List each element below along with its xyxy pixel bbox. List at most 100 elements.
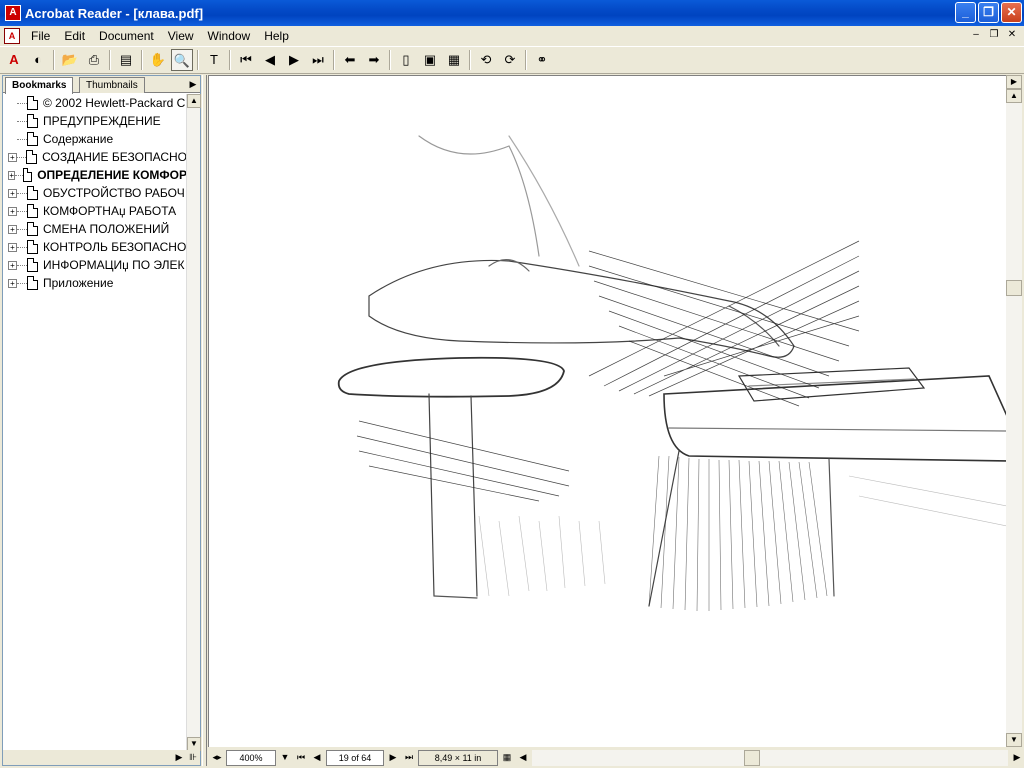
tree-connector [17,192,27,194]
status-next-page-icon[interactable]: ▶ [386,750,400,766]
bookmark-page-icon [27,222,38,236]
rotate-left-icon[interactable]: ⟲ [475,49,497,71]
menu-file[interactable]: File [24,26,57,46]
bookmark-item[interactable]: + СМЕНА ПОЛОЖЕНИЙ [3,220,187,238]
text-select-tool-icon[interactable]: T [203,49,225,71]
toolbar-separator [525,50,527,70]
bookmark-options-icon[interactable]: ⊪ [186,750,200,766]
document-icon[interactable]: A [4,28,20,44]
bookmark-item[interactable]: Содержание [3,130,187,148]
status-first-page-icon[interactable]: ⏮ [294,750,308,766]
zoom-dropdown-icon[interactable]: ▼ [278,750,292,766]
pencil-sketch-illustration [337,135,1006,612]
restore-button[interactable]: ❐ [978,2,999,23]
print-icon[interactable]: ⎙ [83,49,105,71]
doc-restore-button[interactable]: ❐ [986,28,1002,42]
expand-plus-icon[interactable]: + [8,278,17,288]
bookmark-page-icon [27,132,38,146]
bookmark-item[interactable]: + КОНТРОЛЬ БЕЗОПАСНО [3,238,187,256]
bookmark-page-icon [27,276,38,290]
zoom-field[interactable]: 400% [226,749,276,766]
first-page-icon[interactable]: ⏮ [235,49,257,71]
acrobat-app-icon[interactable]: A [5,5,21,21]
bookmark-item[interactable]: + Приложение [3,274,187,292]
split-view-icon[interactable]: ◂▸ [210,750,224,766]
tree-connector [17,228,27,230]
fit-page-icon[interactable]: ▣ [419,49,441,71]
toolbar-separator [141,50,143,70]
doc-minimize-button[interactable]: – [968,28,984,42]
tree-connector [16,156,27,158]
actual-size-icon[interactable]: ▯ [395,49,417,71]
scroll-right-icon[interactable]: ▶ [172,750,186,766]
vertical-scroll-thumb[interactable] [1006,280,1022,296]
horizontal-scroll-right-icon[interactable]: ▶ [1010,750,1024,766]
bookmark-item[interactable]: + ОПРЕДЕЛЕНИЕ КОМФОР [3,166,187,184]
bookmark-item[interactable]: © 2002 Hewlett-Packard C [3,94,187,112]
document-view[interactable] [208,75,1006,747]
status-previous-page-icon[interactable]: ◀ [310,750,324,766]
menu-document[interactable]: Document [92,26,161,46]
expand-plus-icon[interactable]: + [8,242,17,252]
expand-plus-icon[interactable]: + [8,206,17,216]
scroll-up-icon[interactable]: ▲ [187,94,201,108]
minimize-button[interactable]: _ [955,2,976,23]
last-page-icon[interactable]: ⏭ [307,49,329,71]
doc-scroll-up-icon[interactable]: ▲ [1006,89,1022,103]
bookmark-item[interactable]: ПРЕДУПРЕЖДЕНИЕ [3,112,187,130]
expand-plus-icon[interactable]: + [8,260,17,270]
status-last-page-icon[interactable]: ⏭ [402,750,416,766]
horizontal-scroll-thumb[interactable] [744,749,760,766]
tree-connector [17,282,27,284]
tree-connector [17,102,27,104]
open-folder-icon[interactable]: 📂 [59,49,81,71]
expand-plus-icon[interactable]: + [8,152,17,162]
fit-width-icon[interactable]: ▦ [443,49,465,71]
page-number-field[interactable]: 19 of 64 [326,749,384,766]
tree-spacer [8,134,17,144]
bookmark-item[interactable]: + ИНФОРМАЦИџ ПО ЭЛЕК [3,256,187,274]
panel-menu-arrow-icon[interactable]: ▶ [187,77,199,91]
previous-page-icon[interactable]: ◀ [259,49,281,71]
window-title: Acrobat Reader - [клава.pdf] [25,5,204,21]
bookmark-page-icon [26,150,38,164]
expand-plus-icon[interactable]: + [8,170,16,180]
bookmark-page-icon [27,240,38,254]
bookmark-item[interactable]: + СОЗДАНИЕ БЕЗОПАСНО [3,148,187,166]
find-binoculars-icon[interactable]: ⚭ [531,49,553,71]
menu-window[interactable]: Window [201,26,258,46]
bookmark-page-icon [27,204,38,218]
acrobat-logo-icon[interactable]: A [3,49,25,71]
next-page-icon[interactable]: ▶ [283,49,305,71]
tree-connector [17,120,27,122]
go-forward-icon[interactable]: ➡ [363,49,385,71]
bookmark-scrollbar[interactable]: ▲ ▼ [186,94,201,751]
bookmark-item[interactable]: + ОБУСТРОЙСТВО РАБОЧ [3,184,187,202]
show-navigation-pane-icon[interactable]: ▤ [115,49,137,71]
panel-tabs: Bookmarks Thumbnails ▶ [3,76,200,94]
go-back-icon[interactable]: ⬅ [339,49,361,71]
bookmark-item[interactable]: + КОМФОРТНАџ РАБОТА [3,202,187,220]
menu-edit[interactable]: Edit [57,26,92,46]
zoom-tool-icon[interactable]: 🔍 [171,49,193,71]
bookmark-page-icon [27,96,38,110]
expand-plus-icon[interactable]: + [8,224,17,234]
document-vertical-scrollbar[interactable]: ▶ ▲ ▼ [1006,75,1022,747]
menu-view[interactable]: View [161,26,201,46]
menu-help[interactable]: Help [257,26,296,46]
doc-close-button[interactable]: ✕ [1004,28,1020,42]
acrobat-online-icon[interactable]: ◐ [27,49,49,71]
expand-plus-icon[interactable]: + [8,188,17,198]
rotate-right-icon[interactable]: ⟳ [499,49,521,71]
page-layout-icon[interactable]: ▦ [500,750,514,766]
horizontal-scroll-left-icon[interactable]: ◀ [516,750,530,766]
doc-scroll-down-icon[interactable]: ▼ [1006,733,1022,747]
close-button[interactable]: ✕ [1001,2,1022,23]
bookmark-label: СОЗДАНИЕ БЕЗОПАСНО [42,150,187,164]
tab-thumbnails[interactable]: Thumbnails [79,77,145,93]
page-menu-arrow-icon[interactable]: ▶ [1006,75,1022,89]
tab-bookmarks[interactable]: Bookmarks [5,77,74,94]
pane-splitter[interactable] [202,75,207,766]
document-horizontal-scrollbar[interactable] [532,749,1008,766]
hand-tool-icon[interactable]: ✋ [147,49,169,71]
